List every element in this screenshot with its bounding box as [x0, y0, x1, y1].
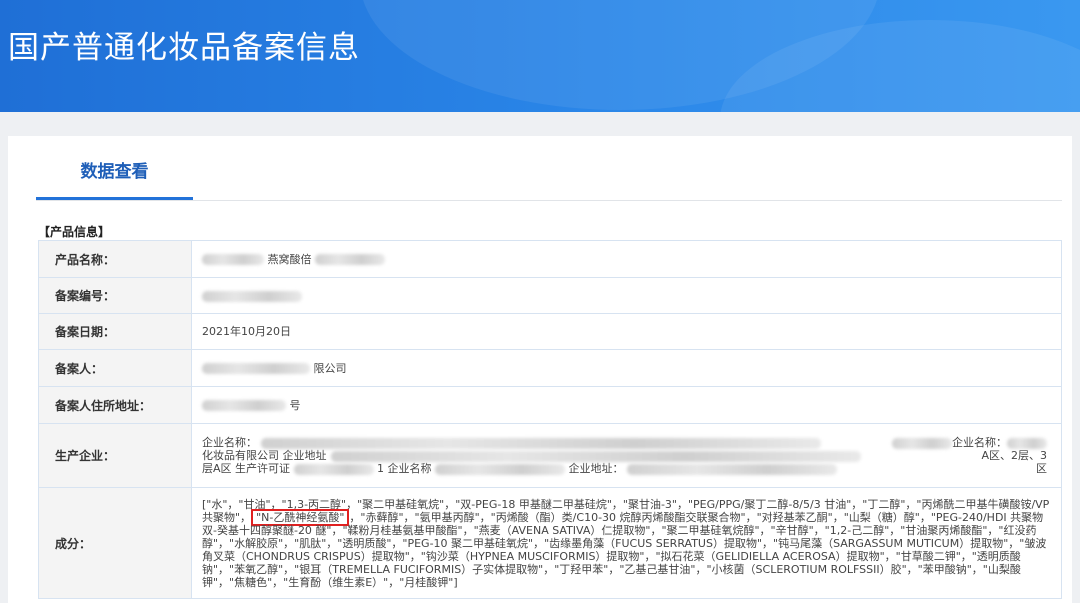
record-date-value: 2021年10月20日	[191, 313, 1062, 350]
redacted-text	[1007, 437, 1047, 449]
producer-text: 企业地址：	[568, 462, 624, 475]
tab-divider	[36, 200, 1062, 201]
ingredients-value: ["水"，"甘油"，"1,3-丙二醇"，"聚二甲基硅氧烷"，"双-PEG-18 …	[191, 487, 1062, 599]
row-producer: 生产企业： 企业名称： 企业名称： 化妆品有限公司 企业地址 A区、2层、3 层…	[38, 423, 1062, 488]
registrant-address-text: 号	[289, 398, 301, 412]
producer-value: 企业名称： 企业名称： 化妆品有限公司 企业地址 A区、2层、3 层A区 生产许…	[191, 423, 1062, 488]
product-info-table: 产品名称： 燕窝酸倍 备案编号： 备案日期： 2021年10月20日 备案人： …	[38, 240, 1062, 599]
page-title: 国产普通化妆品备案信息	[8, 30, 360, 66]
producer-text: A区、2层、3	[981, 449, 1047, 462]
producer-text: 企业名称：	[952, 436, 1007, 449]
producer-text: 企业名称：	[202, 436, 257, 449]
record-date-label: 备案日期：	[38, 313, 192, 350]
record-no-label: 备案编号：	[38, 277, 192, 314]
row-product-name: 产品名称： 燕窝酸倍	[38, 240, 1062, 278]
producer-label: 生产企业：	[38, 423, 192, 488]
redacted-text	[627, 463, 838, 475]
registrant-value: 限公司	[191, 349, 1062, 387]
redacted-text	[315, 254, 385, 265]
section-title: 【产品信息】	[38, 225, 111, 239]
product-name-label: 产品名称：	[38, 240, 192, 278]
redacted-text	[202, 290, 302, 302]
content-card: 数据查看 【产品信息】 产品名称： 燕窝酸倍 备案编号： 备案日期： 2021年…	[8, 136, 1072, 603]
redacted-text	[202, 400, 286, 411]
producer-line: 企业名称： 企业名称：	[202, 436, 1051, 449]
record-no-value	[191, 277, 1062, 314]
registrant-text: 限公司	[313, 361, 347, 375]
producer-line: 化妆品有限公司 企业地址 A区、2层、3	[202, 449, 1051, 462]
registrant-address-value: 号	[191, 386, 1062, 424]
producer-text: 区	[1036, 462, 1047, 475]
page-banner: 国产普通化妆品备案信息	[0, 0, 1080, 112]
redacted-text	[435, 463, 566, 475]
redacted-text	[293, 463, 374, 475]
producer-text: 1 企业名称	[377, 462, 432, 475]
redacted-text	[892, 437, 952, 449]
ingredients-label: 成分：	[38, 487, 192, 599]
row-record-date: 备案日期： 2021年10月20日	[38, 313, 1062, 350]
row-registrant: 备案人： 限公司	[38, 349, 1062, 387]
producer-text: 化妆品有限公司 企业地址	[202, 449, 327, 462]
redacted-text	[202, 363, 310, 374]
redacted-text	[261, 437, 821, 449]
product-name-value: 燕窝酸倍	[191, 240, 1062, 278]
producer-text: 层A区 生产许可证	[202, 462, 291, 475]
redacted-text	[202, 254, 264, 265]
row-registrant-address: 备案人住所地址： 号	[38, 386, 1062, 424]
registrant-label: 备案人：	[38, 349, 192, 387]
redacted-text	[330, 450, 861, 462]
row-ingredients: 成分： ["水"，"甘油"，"1,3-丙二醇"，"聚二甲基硅氧烷"，"双-PEG…	[38, 487, 1062, 599]
registrant-address-label: 备案人住所地址：	[38, 386, 192, 424]
row-record-no: 备案编号：	[38, 277, 1062, 314]
producer-line: 层A区 生产许可证 1 企业名称 企业地址： 区	[202, 462, 1051, 475]
tab-data-view[interactable]: 数据查看	[36, 136, 193, 200]
product-name-text: 燕窝酸倍	[267, 252, 312, 266]
